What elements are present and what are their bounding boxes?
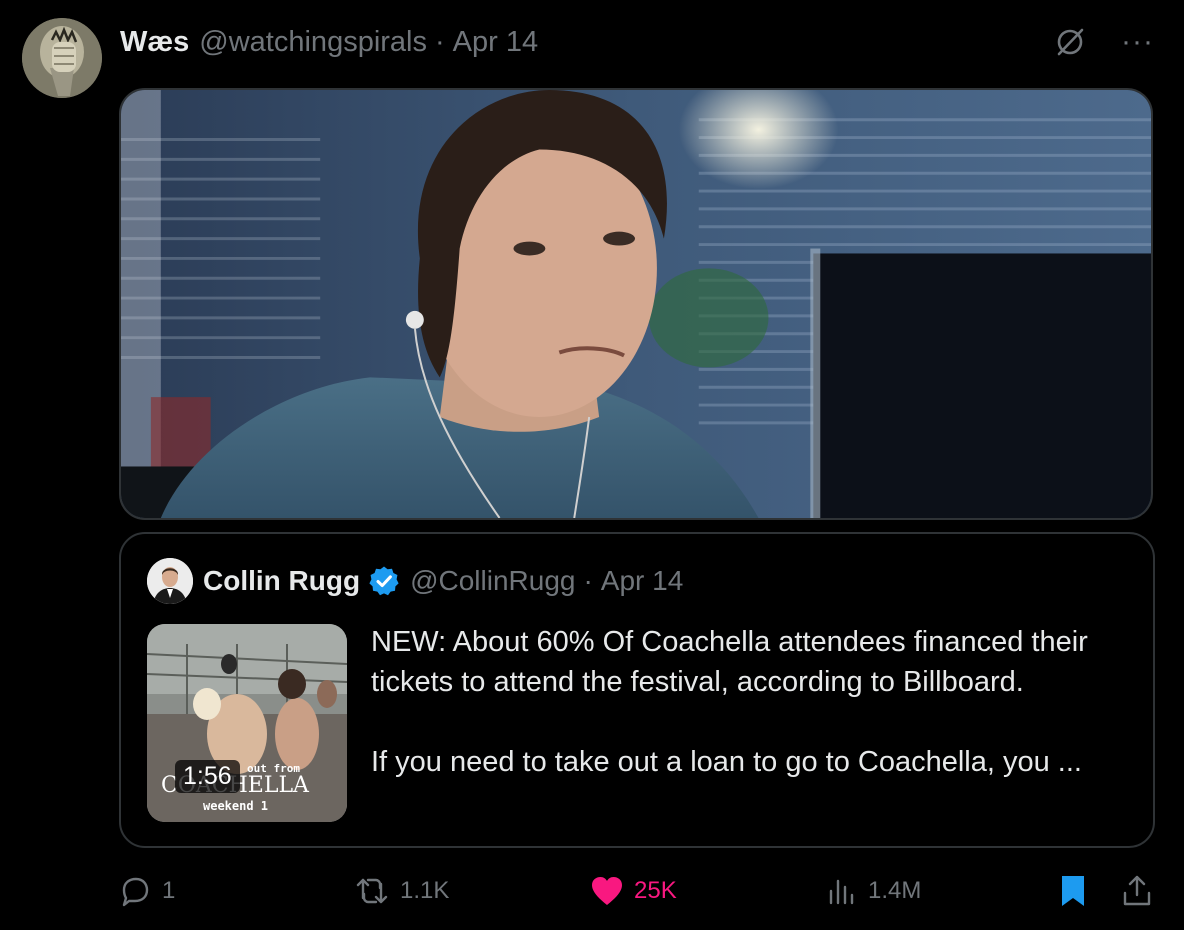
heart-icon bbox=[592, 877, 622, 905]
repost-count: 1.1K bbox=[400, 877, 450, 904]
views-count: 1.4M bbox=[868, 877, 922, 904]
reply-icon bbox=[122, 877, 149, 907]
share-icon bbox=[1123, 875, 1151, 906]
header-separator: · bbox=[435, 25, 445, 58]
quoted-text-paragraph-2: If you need to take out a loan to go to … bbox=[371, 746, 1082, 778]
quoted-header-separator: · bbox=[583, 565, 593, 596]
quoted-text-paragraph-1: NEW: About 60% Of Coachella attendees fi… bbox=[371, 626, 1088, 698]
author-avatar[interactable] bbox=[22, 18, 102, 98]
views-icon bbox=[829, 879, 854, 905]
quoted-tweet-text: NEW: About 60% Of Coachella attendees fi… bbox=[371, 622, 1131, 782]
quoted-tweet-header: Collin Rugg @CollinRugg · Apr 14 bbox=[203, 560, 683, 602]
tweet-actions: 1 1.1K 25K 1.4M bbox=[118, 868, 1158, 914]
video-duration-badge: 1:56 bbox=[175, 760, 240, 793]
like-button[interactable]: 25K bbox=[590, 868, 677, 914]
verified-badge-icon bbox=[369, 566, 399, 596]
quoted-tweet-date[interactable]: Apr 14 bbox=[601, 565, 684, 597]
thumbnail-caption-line3: weekend 1 bbox=[203, 799, 268, 813]
bookmark-icon bbox=[1062, 876, 1084, 906]
quoted-video-thumbnail[interactable]: out from COACHELLA weekend 1 1:56 bbox=[147, 624, 347, 822]
quoted-author-name[interactable]: Collin Rugg bbox=[203, 565, 360, 597]
author-name[interactable]: Wæs bbox=[120, 26, 189, 59]
quoted-tweet[interactable]: Collin Rugg @CollinRugg · Apr 14 out fro… bbox=[119, 532, 1155, 848]
tweet: Wæs @watchingspirals · Apr 14 ··· Collin… bbox=[0, 0, 1184, 930]
tweet-header: Wæs @watchingspirals · Apr 14 bbox=[120, 22, 538, 62]
quoted-author-handle[interactable]: @CollinRugg bbox=[410, 565, 575, 597]
tweet-media-image[interactable] bbox=[119, 88, 1153, 520]
like-count: 25K bbox=[634, 877, 677, 904]
repost-icon bbox=[356, 878, 388, 904]
author-handle[interactable]: @watchingspirals bbox=[199, 26, 427, 59]
reply-button[interactable]: 1 bbox=[118, 868, 175, 914]
views-button[interactable]: 1.4M bbox=[826, 868, 921, 914]
tweet-date[interactable]: Apr 14 bbox=[453, 26, 538, 59]
share-button[interactable] bbox=[1120, 868, 1154, 914]
header-icons: ··· bbox=[1053, 22, 1154, 62]
quoted-author-avatar[interactable] bbox=[147, 558, 193, 604]
grok-icon[interactable] bbox=[1053, 25, 1087, 59]
bookmark-button[interactable] bbox=[1058, 868, 1088, 914]
more-icon[interactable]: ··· bbox=[1121, 27, 1154, 57]
reply-count: 1 bbox=[162, 877, 176, 904]
repost-button[interactable]: 1.1K bbox=[354, 868, 449, 914]
